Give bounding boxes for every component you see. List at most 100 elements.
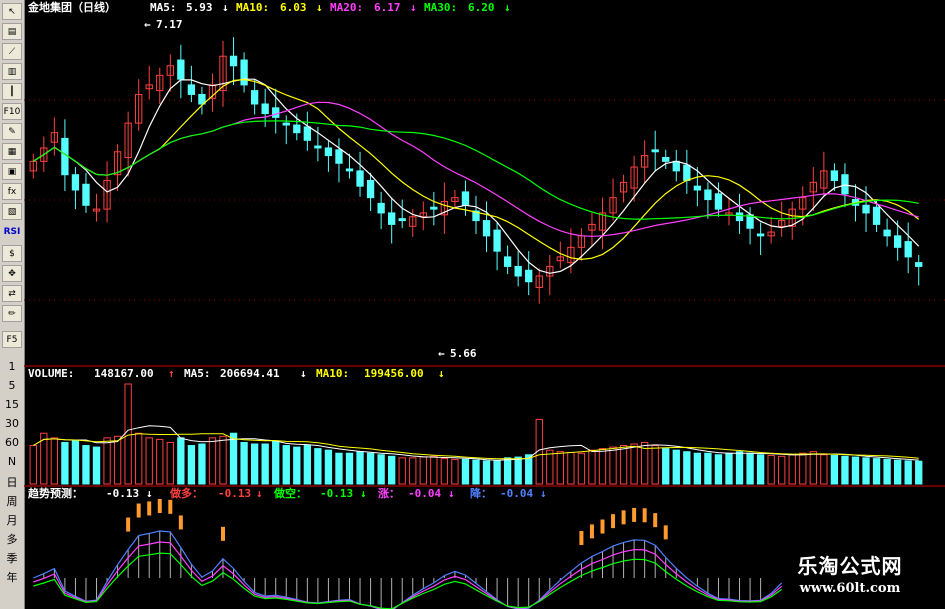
note-icon[interactable]: ✎	[2, 123, 22, 140]
volume-bar	[356, 451, 364, 485]
volume-bar	[113, 435, 122, 485]
candle-body	[430, 206, 438, 210]
period-4[interactable]: 60	[0, 436, 24, 449]
candle-body	[514, 265, 522, 277]
bar-chart-icon[interactable]: ▥	[2, 63, 22, 80]
volume-bar	[135, 432, 143, 485]
low-annotation: 5.66	[450, 347, 477, 360]
candle-body	[282, 122, 290, 126]
money-icon[interactable]: $	[2, 245, 22, 262]
fenshi-icon[interactable]: ▤	[2, 23, 22, 40]
fx-icon[interactable]: fx	[2, 183, 22, 200]
volume-bar	[419, 456, 427, 485]
period-0[interactable]: 1	[0, 360, 24, 373]
ma20-arrow: ↓	[410, 1, 417, 14]
candle-body	[704, 189, 712, 201]
volume-bar	[472, 459, 480, 485]
candle-body	[883, 229, 891, 237]
duo-label: 做多：	[169, 486, 203, 500]
volume-bar	[577, 452, 586, 485]
volume-bar	[556, 451, 564, 485]
line-chart-icon[interactable]: ⟋	[2, 43, 22, 60]
volume-bar	[588, 449, 596, 485]
candle-body	[525, 269, 533, 283]
candle-body	[272, 107, 280, 118]
candle-body	[229, 55, 238, 67]
indicator-value: -0.13	[106, 487, 139, 500]
volume-bar	[272, 440, 280, 485]
volume-bar	[451, 458, 459, 485]
brand-name: 乐淘公式网	[797, 554, 903, 578]
volume-bar	[124, 383, 132, 485]
pencil-icon[interactable]: ✏	[2, 305, 22, 322]
volume-bar	[335, 452, 343, 485]
indicator-orange-bar	[589, 524, 594, 539]
candle-body	[904, 241, 912, 258]
volume-bar	[598, 448, 607, 485]
candle-body	[61, 137, 69, 176]
volume-bar	[704, 452, 712, 485]
volume-bar	[872, 458, 881, 485]
kong-value: -0.13	[320, 487, 353, 500]
period-11[interactable]: 年	[0, 569, 24, 585]
period-7[interactable]: 周	[0, 493, 24, 509]
volume-ma5-value: 206694.41	[220, 367, 280, 380]
volume-bar	[482, 460, 491, 485]
volume-bar	[503, 457, 512, 485]
candle-body	[388, 212, 396, 225]
candle-body	[293, 124, 301, 134]
f10-icon[interactable]: F10	[2, 103, 22, 120]
f5-button[interactable]: F5	[2, 331, 22, 348]
candle-body	[651, 149, 659, 153]
ma5-line	[32, 78, 920, 274]
period-6[interactable]: 日	[0, 474, 24, 490]
indicator-orange-bar	[579, 530, 584, 545]
volume-bar	[725, 452, 733, 485]
calc-icon[interactable]: ▣	[2, 163, 22, 180]
volume-ma5-arrow: ↓	[300, 367, 307, 380]
period-10[interactable]: 季	[0, 550, 24, 566]
volume-bar	[71, 440, 80, 485]
indicator-label: 趋势预测：	[28, 486, 83, 500]
ma10-value: 6.03	[280, 1, 307, 14]
duo-arrow: ↓	[256, 487, 263, 500]
move-icon[interactable]: ✥	[2, 265, 22, 282]
volume-bar	[672, 449, 680, 485]
ma30-label: MA30:	[424, 1, 457, 14]
export-icon[interactable]: ⇄	[2, 285, 22, 302]
volume-bar	[830, 455, 839, 485]
volume-bar	[377, 454, 385, 485]
kline-chart: 金地集团（日线） MA5: 5.93 ↓ MA10: 6.03 ↓ MA20: …	[24, 0, 945, 609]
volume-bar	[82, 445, 90, 485]
ma20-value: 6.17	[374, 1, 401, 14]
chart2-icon[interactable]: ▧	[2, 203, 22, 220]
volume-bar	[461, 458, 470, 485]
table-icon[interactable]: ▦	[2, 143, 22, 160]
period-9[interactable]: 多	[0, 531, 24, 547]
period-1[interactable]: 5	[0, 379, 24, 392]
candle-body	[314, 145, 322, 149]
period-5[interactable]: N	[0, 455, 24, 468]
period-8[interactable]: 月	[0, 512, 24, 528]
volume-bar	[851, 456, 860, 485]
volume-bar	[366, 452, 375, 485]
ma5-label: MA5:	[150, 1, 177, 14]
volume-bar	[915, 460, 923, 485]
volume-ma10-value: 199456.00	[364, 367, 424, 380]
candle-icon[interactable]: ┃	[2, 83, 22, 100]
volume-bar	[609, 446, 617, 485]
volume-bar	[514, 456, 522, 485]
period-2[interactable]: 15	[0, 398, 24, 411]
period-3[interactable]: 30	[0, 417, 24, 430]
volume-bar	[398, 457, 406, 485]
indicator-orange-bar	[126, 517, 131, 532]
indicator-orange-bar	[168, 499, 173, 514]
ma30-value: 6.20	[468, 1, 495, 14]
candle-body	[830, 170, 839, 181]
cursor-icon[interactable]: ↖	[2, 3, 22, 20]
indicator-orange-bar	[611, 514, 616, 529]
volume-bar	[735, 451, 744, 485]
rsi-button[interactable]: RSI	[0, 227, 24, 237]
volume-bar	[662, 448, 670, 485]
candle-body	[841, 174, 849, 195]
